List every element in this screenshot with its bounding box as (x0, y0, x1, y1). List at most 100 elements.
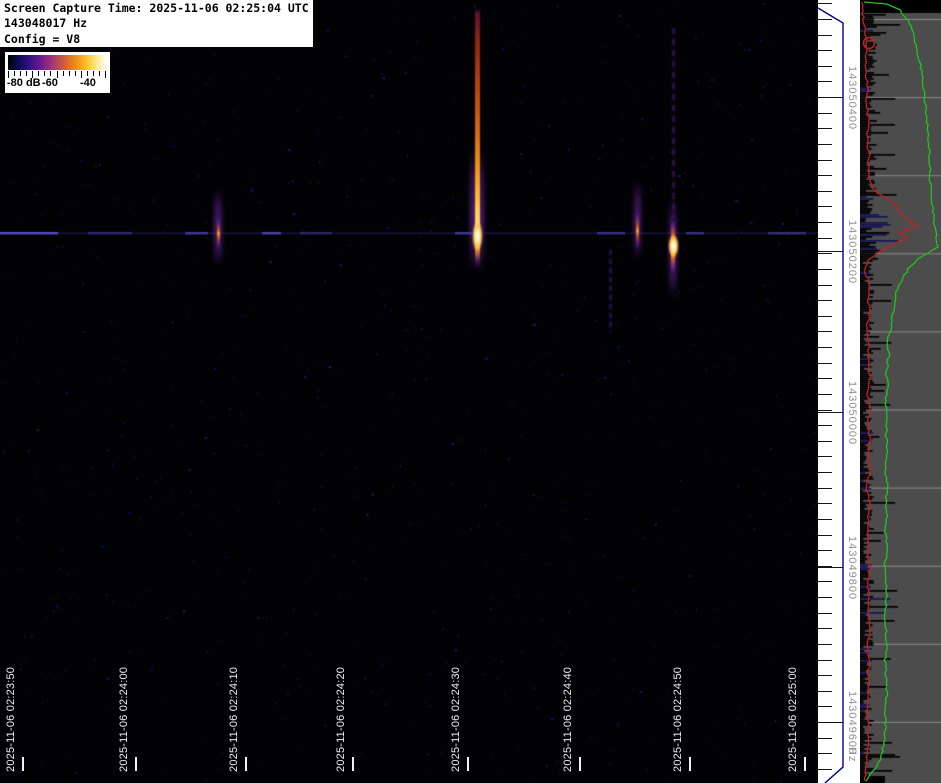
echo-halo (214, 188, 222, 266)
colorbar-tick (69, 71, 70, 76)
frequency-unit-label: Hz (845, 747, 858, 762)
frequency-minor-tick (818, 269, 832, 270)
frequency-major-tick (818, 567, 843, 568)
time-tick (689, 757, 691, 771)
echo-core (217, 218, 220, 248)
frequency-major-tick (818, 722, 843, 723)
time-tick (245, 757, 247, 771)
colorbar-tick (75, 71, 76, 76)
colorbar-label-max: -40 (80, 77, 96, 89)
frequency-readout-text: 143048017 Hz (4, 16, 313, 31)
frequency-minor-tick (818, 128, 832, 129)
time-tick (467, 757, 469, 771)
colorbar-tick (14, 71, 15, 76)
frequency-minor-tick (818, 628, 832, 629)
intensity-colorbar: -80 dB -60 -40 (5, 52, 110, 93)
time-label: 2025-11-06 02:24:40 (562, 667, 575, 772)
frequency-minor-tick (818, 144, 832, 145)
frequency-minor-tick (818, 769, 832, 770)
capture-time-text: Screen Capture Time: 2025-11-06 02:25:04… (4, 1, 313, 16)
frequency-minor-tick (818, 503, 832, 504)
spectrogram-app-window: 2025-11-06 02:23:50 2025-11-06 02:24:00 20… (0, 0, 941, 783)
frequency-minor-tick (818, 300, 832, 301)
time-label: 2025-11-06 02:23:50 (5, 667, 18, 772)
frequency-minor-tick (818, 113, 832, 114)
spectrum-side-panel (860, 0, 941, 783)
colorbar-tick (44, 71, 45, 76)
frequency-minor-tick (818, 66, 832, 67)
echo-blob (668, 234, 679, 258)
frequency-minor-tick (818, 81, 832, 82)
frequency-minor-tick (818, 394, 832, 395)
time-label: 2025-11-06 02:24:00 (118, 667, 131, 772)
time-tick (804, 757, 806, 771)
frequency-minor-tick (818, 644, 832, 645)
frequency-minor-tick (818, 425, 832, 426)
frequency-minor-tick (818, 691, 832, 692)
frequency-minor-tick (818, 50, 832, 51)
time-tick (135, 757, 137, 771)
frequency-minor-tick (818, 160, 832, 161)
colorbar-tick (20, 71, 21, 76)
frequency-major-tick (818, 97, 843, 98)
frequency-minor-tick (818, 206, 832, 207)
frequency-minor-tick (818, 378, 832, 379)
frequency-minor-tick (818, 738, 832, 739)
time-tick (22, 757, 24, 771)
frequency-minor-tick (818, 285, 832, 286)
time-label: 2025-11-06 02:24:20 (335, 667, 348, 772)
colorbar-tick (26, 71, 27, 76)
echo-core (671, 220, 675, 274)
frequency-tick-label: 143050200 (845, 220, 858, 284)
frequency-minor-tick (818, 331, 832, 332)
frequency-minor-tick (818, 19, 832, 20)
colorbar-tick (105, 71, 106, 78)
echo-upper-column (672, 28, 675, 218)
echo-halo (634, 180, 641, 260)
config-text: Config = V8 (4, 32, 313, 47)
frequency-minor-tick (818, 613, 832, 614)
frequency-minor-tick (818, 363, 832, 364)
frequency-minor-tick (818, 316, 832, 317)
colorbar-label-min: -80 dB (7, 77, 41, 89)
frequency-major-tick (818, 251, 843, 252)
frequency-tick-label: 143050000 (845, 381, 858, 445)
frequency-minor-tick (818, 238, 832, 239)
frequency-minor-tick (818, 191, 832, 192)
frequency-minor-tick (818, 35, 832, 36)
time-label: 2025-11-06 02:25:00 (787, 667, 800, 772)
colorbar-tick (93, 71, 94, 76)
frequency-minor-tick (818, 456, 832, 457)
colorbar-tick (99, 71, 100, 76)
echo-core (475, 8, 480, 268)
frequency-tick-label: 143050400 (845, 66, 858, 130)
frequency-minor-tick (818, 597, 832, 598)
echo-halo (669, 198, 677, 298)
colorbar-tick (38, 71, 39, 76)
frequency-minor-tick (818, 175, 832, 176)
frequency-minor-tick (818, 535, 832, 536)
echo-trace (609, 250, 612, 332)
colorbar-gradient (8, 55, 107, 70)
frequency-tick-label: 143049800 (845, 536, 858, 600)
frequency-minor-tick (818, 441, 832, 442)
frequency-minor-tick (818, 660, 832, 661)
frequency-minor-tick (818, 253, 832, 254)
capture-info-box: Screen Capture Time: 2025-11-06 02:25:04… (0, 0, 313, 47)
frequency-minor-tick (818, 410, 832, 411)
time-tick (579, 757, 581, 771)
time-label: 2025-11-06 02:24:50 (672, 667, 685, 772)
frequency-major-tick (818, 412, 843, 413)
frequency-minor-tick (818, 581, 832, 582)
frequency-minor-tick (818, 753, 832, 754)
colorbar-tick (87, 71, 88, 76)
frequency-minor-tick (818, 222, 832, 223)
frequency-minor-tick (818, 519, 832, 520)
time-tick (352, 757, 354, 771)
echo-blob (472, 220, 483, 252)
time-label: 2025-11-06 02:24:10 (228, 667, 241, 772)
frequency-minor-tick (818, 488, 832, 489)
spectrogram-waterfall: 2025-11-06 02:23:50 2025-11-06 02:24:00 20… (0, 0, 818, 783)
frequency-minor-tick (818, 706, 832, 707)
frequency-tick-label: 143049600 (845, 691, 858, 755)
